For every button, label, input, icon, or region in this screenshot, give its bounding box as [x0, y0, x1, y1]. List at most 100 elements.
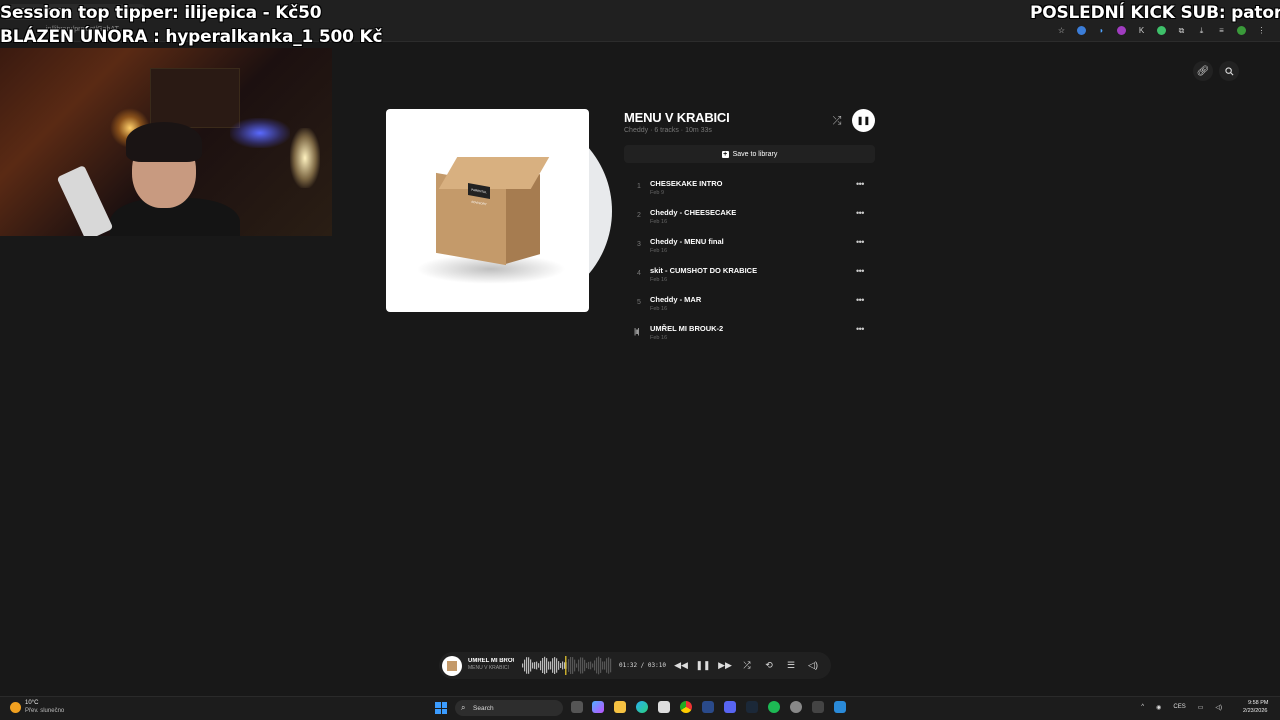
tray-volume-icon[interactable]: ◁) — [1215, 704, 1222, 711]
now-playing-title[interactable]: UMŘEL MI BROUK-2 — [468, 658, 514, 664]
spotify-icon[interactable] — [768, 701, 780, 713]
copilot-icon[interactable] — [592, 701, 604, 713]
track-row[interactable]: 5 Cheddy - MAR Feb 16 ••• — [624, 292, 875, 318]
save-label: Save to library — [732, 150, 778, 158]
waveform-bar — [548, 661, 550, 670]
extension-k-icon[interactable]: K — [1137, 26, 1146, 35]
taskbar-search[interactable]: ⌕ Search — [455, 700, 563, 716]
edge-icon[interactable] — [636, 701, 648, 713]
waveform-bar — [560, 663, 562, 668]
clock-time[interactable]: 9:58 PM — [1248, 700, 1268, 706]
repeat-icon: ⟲ — [765, 659, 773, 670]
extensions-puzzle-icon[interactable]: ⧉ — [1177, 26, 1186, 35]
extension-green-icon[interactable] — [1157, 26, 1166, 35]
track-number: 4 — [637, 270, 641, 277]
profile-avatar[interactable] — [1237, 26, 1246, 35]
track-row-playing[interactable]: |ıı| UMŘEL MI BROUK-2 Feb 16 ••• — [624, 321, 875, 347]
cam-lamp — [290, 128, 320, 188]
waveform-bar — [588, 661, 590, 670]
more-options-icon[interactable]: ••• — [856, 295, 864, 305]
extension-sound-icon[interactable]: ◗ — [1097, 26, 1106, 35]
weather-sun-icon[interactable] — [10, 702, 21, 713]
waveform-bar — [568, 659, 570, 672]
track-row[interactable]: 3 Cheddy - MENU final Feb 16 ••• — [624, 234, 875, 260]
tray-chevron-icon[interactable]: ^ — [1141, 704, 1144, 711]
more-options-icon[interactable]: ••• — [856, 179, 864, 189]
file-explorer-icon[interactable] — [614, 701, 626, 713]
player-pause-button[interactable]: ❚❚ — [695, 658, 710, 672]
download-icon[interactable]: ⤓ — [1197, 26, 1206, 35]
reading-list-icon[interactable]: ≡ — [1217, 26, 1226, 35]
plus-icon: + — [721, 150, 729, 158]
extension-purple-icon[interactable] — [1117, 26, 1126, 35]
app-icon[interactable] — [812, 701, 824, 713]
discord-icon[interactable] — [724, 701, 736, 713]
player-shuffle-button[interactable]: ⤮ — [740, 658, 754, 672]
waveform-bar — [522, 663, 524, 668]
share-link-button[interactable]: 🔗︎ — [1193, 61, 1213, 81]
chrome-icon[interactable] — [680, 701, 692, 713]
waveform-bar — [590, 661, 592, 670]
search-icon — [1224, 66, 1233, 75]
weather-description[interactable]: Přev. slunečno — [25, 708, 64, 714]
more-options-icon[interactable]: ••• — [856, 324, 864, 334]
bookmark-star-icon[interactable]: ☆ — [1057, 26, 1066, 35]
waveform-bar — [542, 658, 544, 673]
overlay-top-tipper: Session top tipper: ilijepica - Kč50 — [0, 3, 322, 23]
track-title: skit - CUMSHOT DO KRABICE — [650, 266, 758, 275]
pause-button[interactable]: ❚❚ — [852, 109, 875, 132]
waveform-bar — [598, 656, 600, 675]
photos-icon[interactable] — [834, 701, 846, 713]
track-row[interactable]: 1 CHESEKAKE INTRO Feb 9 ••• — [624, 176, 875, 202]
task-view-icon[interactable] — [571, 701, 583, 713]
queue-button[interactable]: ☰ — [784, 658, 798, 672]
steam-icon[interactable] — [746, 701, 758, 713]
browser-menu-icon[interactable]: ⋮ — [1257, 26, 1266, 35]
streamer — [110, 122, 240, 236]
search-button[interactable] — [1219, 61, 1239, 81]
waveform-bar — [586, 662, 588, 669]
waveform-bar — [582, 657, 584, 674]
playlist-title: MENU V KRABICI — [624, 110, 730, 125]
tray-mic-icon[interactable]: ◉ — [1156, 704, 1161, 711]
waveform-bar — [570, 657, 572, 674]
waveform-bar — [524, 659, 526, 672]
waveform-bar — [554, 657, 556, 674]
clock-date[interactable]: 2/23/2026 — [1243, 708, 1267, 714]
track-date: Feb 16 — [650, 306, 668, 312]
now-playing-thumbnail[interactable] — [442, 656, 462, 676]
shuffle-button[interactable]: ⤮ — [828, 112, 846, 130]
overlay-blazen-unora: BLÁZEN ÚNORA : hyperalkanka_1 500 Kč — [0, 27, 383, 47]
playhead[interactable] — [565, 656, 567, 675]
more-options-icon[interactable]: ••• — [856, 266, 864, 276]
microphone — [56, 164, 114, 236]
extension-blue-icon[interactable] — [1077, 26, 1086, 35]
waveform-bar — [536, 661, 538, 670]
volume-button[interactable]: ◁) — [806, 658, 820, 672]
now-playing-artist[interactable]: MENU V KRABICI — [468, 665, 514, 671]
track-date: Feb 16 — [650, 335, 668, 341]
track-row[interactable]: 4 skit - CUMSHOT DO KRABICE Feb 16 ••• — [624, 263, 875, 289]
cam-shelf — [150, 68, 240, 128]
save-to-library-button[interactable]: + Save to library — [624, 145, 875, 163]
track-number: 2 — [637, 212, 641, 219]
app-anchor-icon[interactable] — [702, 701, 714, 713]
track-date: Feb 16 — [650, 248, 668, 254]
previous-button[interactable]: ◀◀ — [674, 658, 688, 672]
more-options-icon[interactable]: ••• — [856, 208, 864, 218]
waveform-bar — [556, 658, 558, 673]
tray-network-icon[interactable]: ▭ — [1198, 704, 1204, 711]
windows-start-icon[interactable] — [435, 702, 447, 714]
parental-advisory-label: PARENTAL ADVISORY — [468, 183, 490, 206]
obs-icon[interactable] — [790, 701, 802, 713]
store-icon[interactable] — [658, 701, 670, 713]
waveform-bar — [572, 657, 574, 674]
repeat-button[interactable]: ⟲ — [762, 658, 776, 672]
more-options-icon[interactable]: ••• — [856, 237, 864, 247]
next-button[interactable]: ▶▶ — [718, 658, 732, 672]
language-indicator[interactable]: CES — [1173, 704, 1185, 711]
track-row[interactable]: 2 Cheddy - CHEESECAKE Feb 16 ••• — [624, 205, 875, 231]
weather-temperature[interactable]: 10°C — [25, 700, 38, 706]
track-number: 3 — [637, 241, 641, 248]
waveform-seekbar[interactable] — [522, 656, 612, 675]
